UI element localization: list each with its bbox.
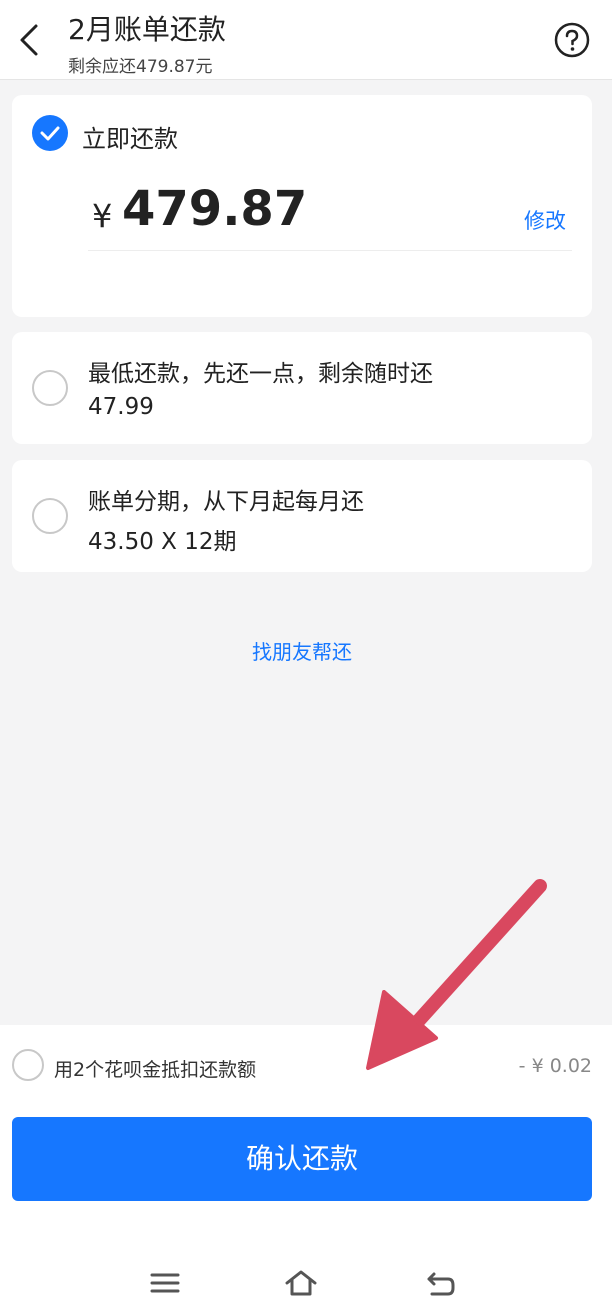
minimum-payment-value: 47.99 — [88, 394, 154, 420]
installment-option[interactable]: 账单分期，从下月起每月还 43.50 X 12期 — [12, 460, 592, 572]
deduction-radio[interactable] — [12, 1049, 44, 1081]
back-icon — [427, 1272, 455, 1296]
header: 2月账单还款 剩余应还479.87元 — [0, 0, 612, 80]
remaining-amount-subtitle: 剩余应还479.87元 — [68, 57, 213, 77]
home-icon — [285, 1270, 317, 1296]
menu-icon — [150, 1273, 180, 1293]
deduction-label[interactable]: 用2个花呗金抵扣还款额 — [54, 1055, 256, 1082]
pay-now-label[interactable]: 立即还款 — [82, 119, 178, 154]
modify-amount-link[interactable]: 修改 — [524, 205, 566, 235]
page-title: 2月账单还款 — [68, 13, 226, 46]
help-button[interactable] — [553, 21, 591, 59]
system-back-button[interactable] — [424, 1268, 458, 1298]
ask-friend-link[interactable]: 找朋友帮还 — [0, 636, 604, 665]
deduction-amount: - ¥ 0.02 — [518, 1055, 592, 1077]
pay-now-checkbox[interactable] — [32, 115, 68, 151]
installment-value: 43.50 X 12期 — [88, 529, 237, 555]
chevron-left-icon — [20, 24, 38, 56]
minimum-payment-title: 最低还款，先还一点，剩余随时还 — [88, 361, 433, 387]
confirm-repay-button[interactable]: 确认还款 — [12, 1117, 592, 1201]
repay-amount: 479.87 — [122, 181, 308, 237]
amount-field[interactable]: ¥ 479.87 — [88, 175, 572, 251]
installment-radio[interactable] — [32, 498, 68, 534]
back-button[interactable] — [12, 18, 52, 62]
check-icon — [40, 126, 60, 141]
currency-symbol: ¥ — [92, 197, 113, 235]
installment-title: 账单分期，从下月起每月还 — [88, 489, 364, 515]
menu-button[interactable] — [148, 1268, 182, 1298]
minimum-payment-option[interactable]: 最低还款，先还一点，剩余随时还 47.99 — [12, 332, 592, 444]
minimum-payment-radio[interactable] — [32, 370, 68, 406]
system-nav-bar — [0, 1262, 612, 1303]
pay-now-option[interactable]: 立即还款 ¥ 479.87 修改 — [12, 95, 592, 317]
home-button[interactable] — [284, 1268, 318, 1298]
question-circle-icon — [554, 22, 590, 58]
